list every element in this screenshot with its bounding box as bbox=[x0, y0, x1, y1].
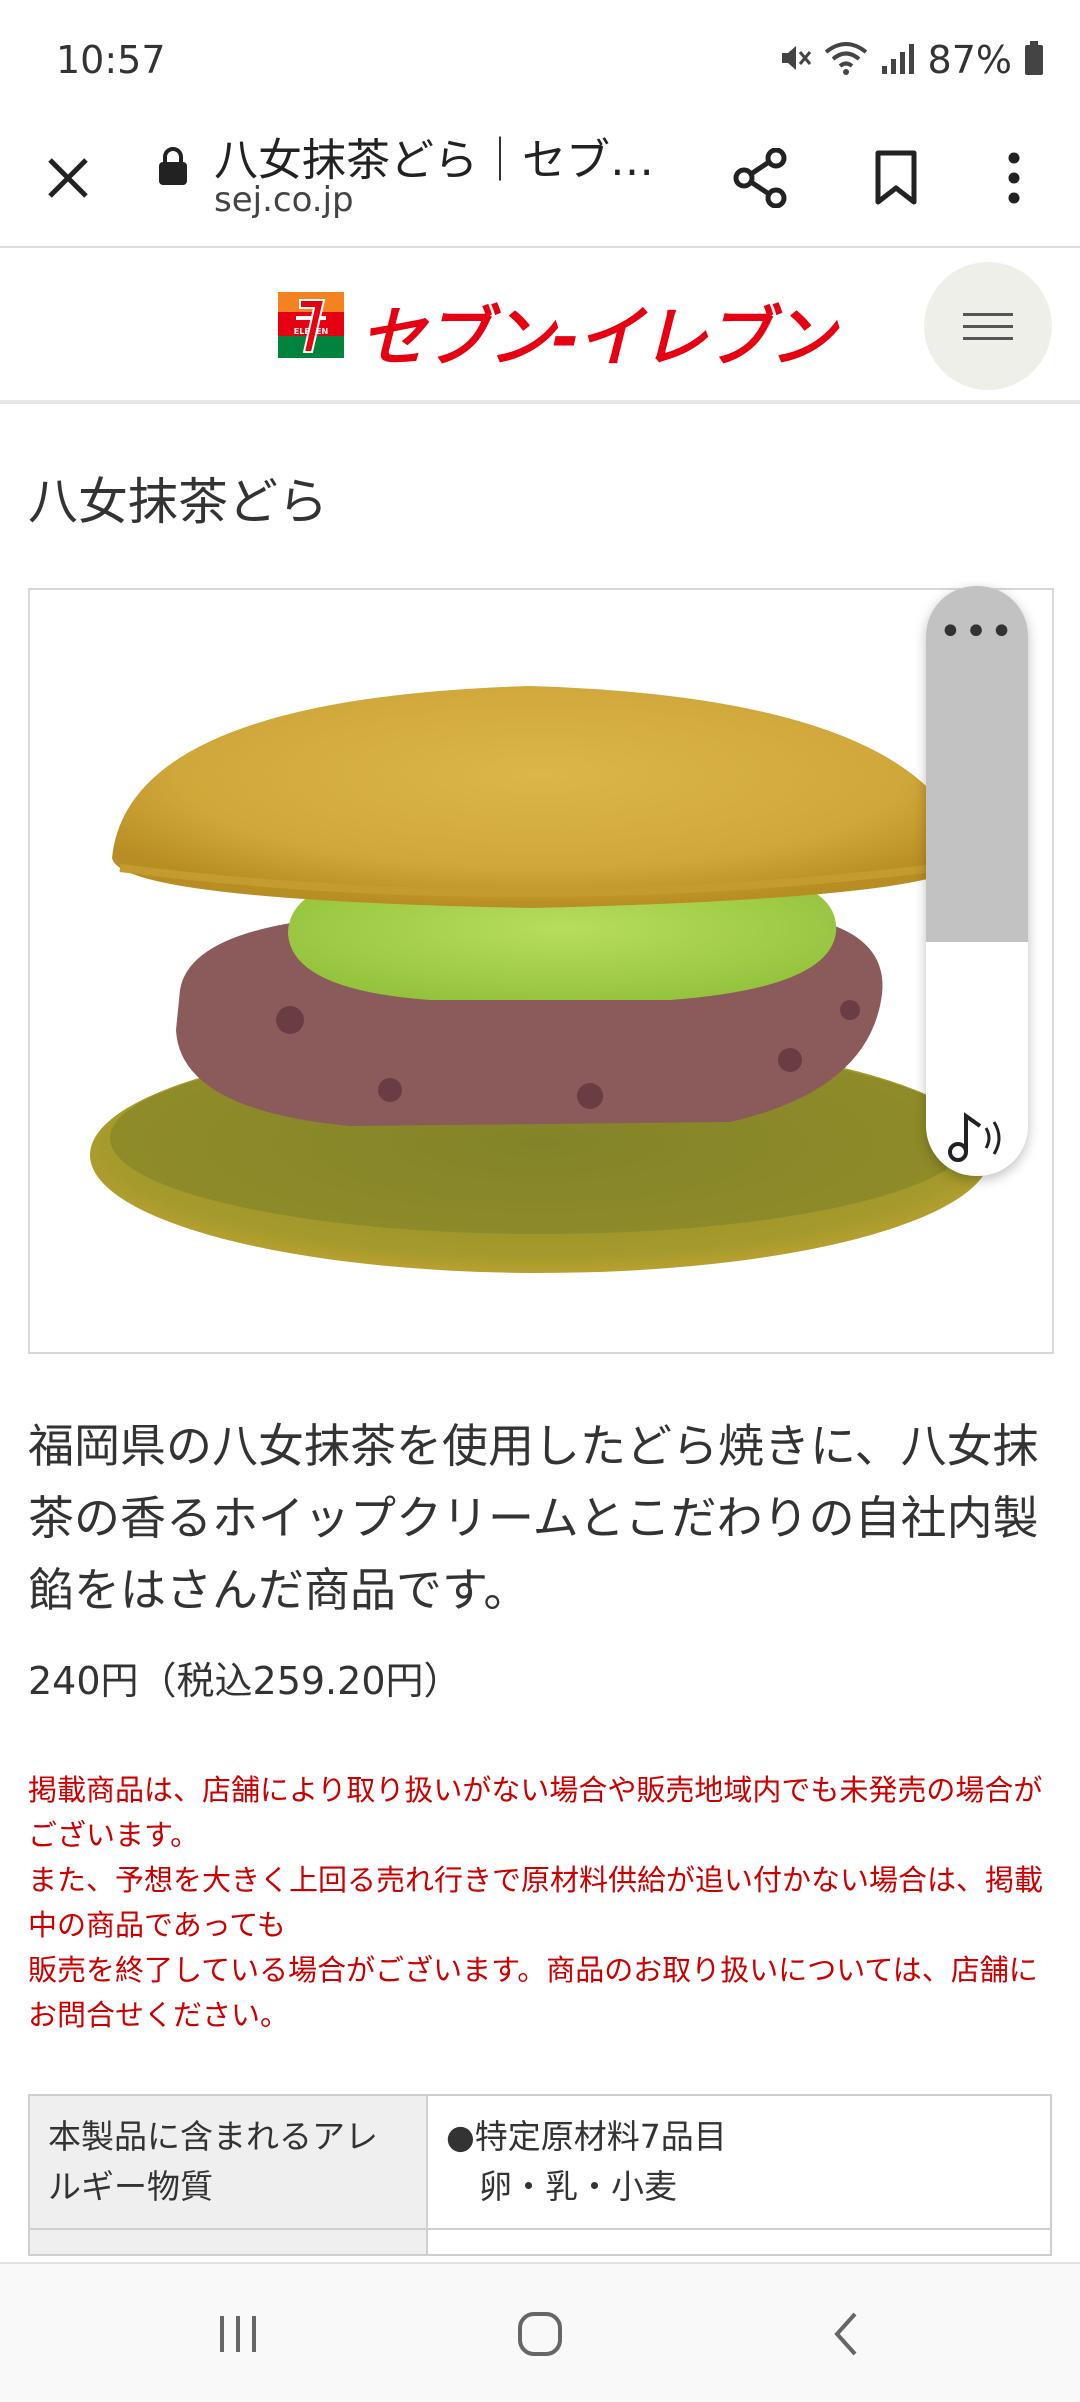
mute-icon bbox=[776, 40, 812, 80]
seven-eleven-logo-icon[interactable]: ELEVEN bbox=[278, 292, 344, 358]
notice-line-1: 掲載商品は、店舗により取り扱いがない場合や販売地域内でも未発売の場合がございます… bbox=[28, 1773, 1043, 1852]
status-icons: 87% bbox=[776, 38, 1044, 82]
product-image bbox=[28, 588, 1054, 1354]
panel-more-icon[interactable]: ••• bbox=[926, 612, 1028, 652]
table-row: 本製品に含まれるアレルギー物質 ●特定原材料7品目 卵・乳・小麦 bbox=[28, 2094, 1052, 2230]
back-icon bbox=[834, 2312, 857, 2356]
home-button[interactable] bbox=[500, 2296, 580, 2372]
status-bar: 10:57 87% bbox=[0, 0, 1080, 110]
allergy-value: ●特定原材料7品目 卵・乳・小麦 bbox=[426, 2094, 1052, 2230]
share-button[interactable] bbox=[720, 138, 800, 218]
product-title: 八女抹茶どら bbox=[28, 473, 328, 531]
recent-apps-button[interactable] bbox=[198, 2296, 278, 2372]
bookmark-button[interactable] bbox=[856, 138, 936, 218]
url-text[interactable]: sej.co.jp bbox=[214, 180, 354, 220]
battery-icon bbox=[1024, 41, 1044, 79]
music-volume-icon[interactable] bbox=[946, 1106, 1010, 1166]
bookmark-icon bbox=[875, 150, 917, 205]
product-price: 240円（税込259.20円） bbox=[28, 1659, 462, 1703]
close-tab-button[interactable] bbox=[30, 140, 106, 216]
home-icon bbox=[518, 2312, 562, 2356]
battery-percent: 87% bbox=[927, 38, 1012, 82]
more-vert-icon bbox=[1008, 152, 1020, 204]
allergy-line-1: ●特定原材料7品目 bbox=[446, 2117, 727, 2156]
product-description: 福岡県の八女抹茶を使用したどら焼きに、八女抹茶の香るホイップクリームとこだわりの… bbox=[28, 1419, 1039, 1617]
system-nav-bar bbox=[0, 2262, 1080, 2402]
share-icon bbox=[733, 148, 787, 208]
hamburger-icon bbox=[963, 312, 1013, 316]
recent-apps-icon bbox=[220, 2316, 256, 2352]
back-button[interactable] bbox=[806, 2296, 886, 2372]
table-row bbox=[28, 2228, 1052, 2256]
allergy-table: 本製品に含まれるアレルギー物質 ●特定原材料7品目 卵・乳・小麦 bbox=[28, 2094, 1052, 2256]
hamburger-menu-button[interactable] bbox=[924, 262, 1052, 390]
tab-title[interactable]: 八女抹茶どら｜セブン‐イレブン bbox=[214, 124, 674, 188]
logo-text[interactable]: セブン‐イレブン bbox=[360, 284, 835, 380]
signal-icon bbox=[880, 40, 916, 80]
browser-toolbar: 八女抹茶どら｜セブン‐イレブン sej.co.jp bbox=[0, 110, 1080, 248]
close-icon bbox=[48, 158, 88, 198]
wifi-icon bbox=[824, 40, 868, 80]
notice-line-2: また、予想を大きく上回る売れ行きで原材料供給が追い付かない場合は、掲載中の商品で… bbox=[28, 1863, 1044, 1942]
site-header: ELEVEN セブン‐イレブン bbox=[0, 248, 1080, 404]
status-time: 10:57 bbox=[56, 38, 166, 82]
more-options-button[interactable] bbox=[974, 138, 1054, 218]
allergy-line-2: 卵・乳・小麦 bbox=[446, 2167, 677, 2206]
floating-media-panel[interactable]: ••• bbox=[926, 586, 1028, 1176]
lock-icon bbox=[158, 146, 188, 186]
allergy-header: 本製品に含まれるアレルギー物質 bbox=[28, 2094, 428, 2230]
availability-notice: 掲載商品は、店舗により取り扱いがない場合や販売地域内でも未発売の場合がございます… bbox=[28, 1768, 1058, 2038]
notice-line-3: 販売を終了している場合がございます。商品のお取り扱いについては、店舗にお問合せく… bbox=[28, 1953, 1038, 2032]
